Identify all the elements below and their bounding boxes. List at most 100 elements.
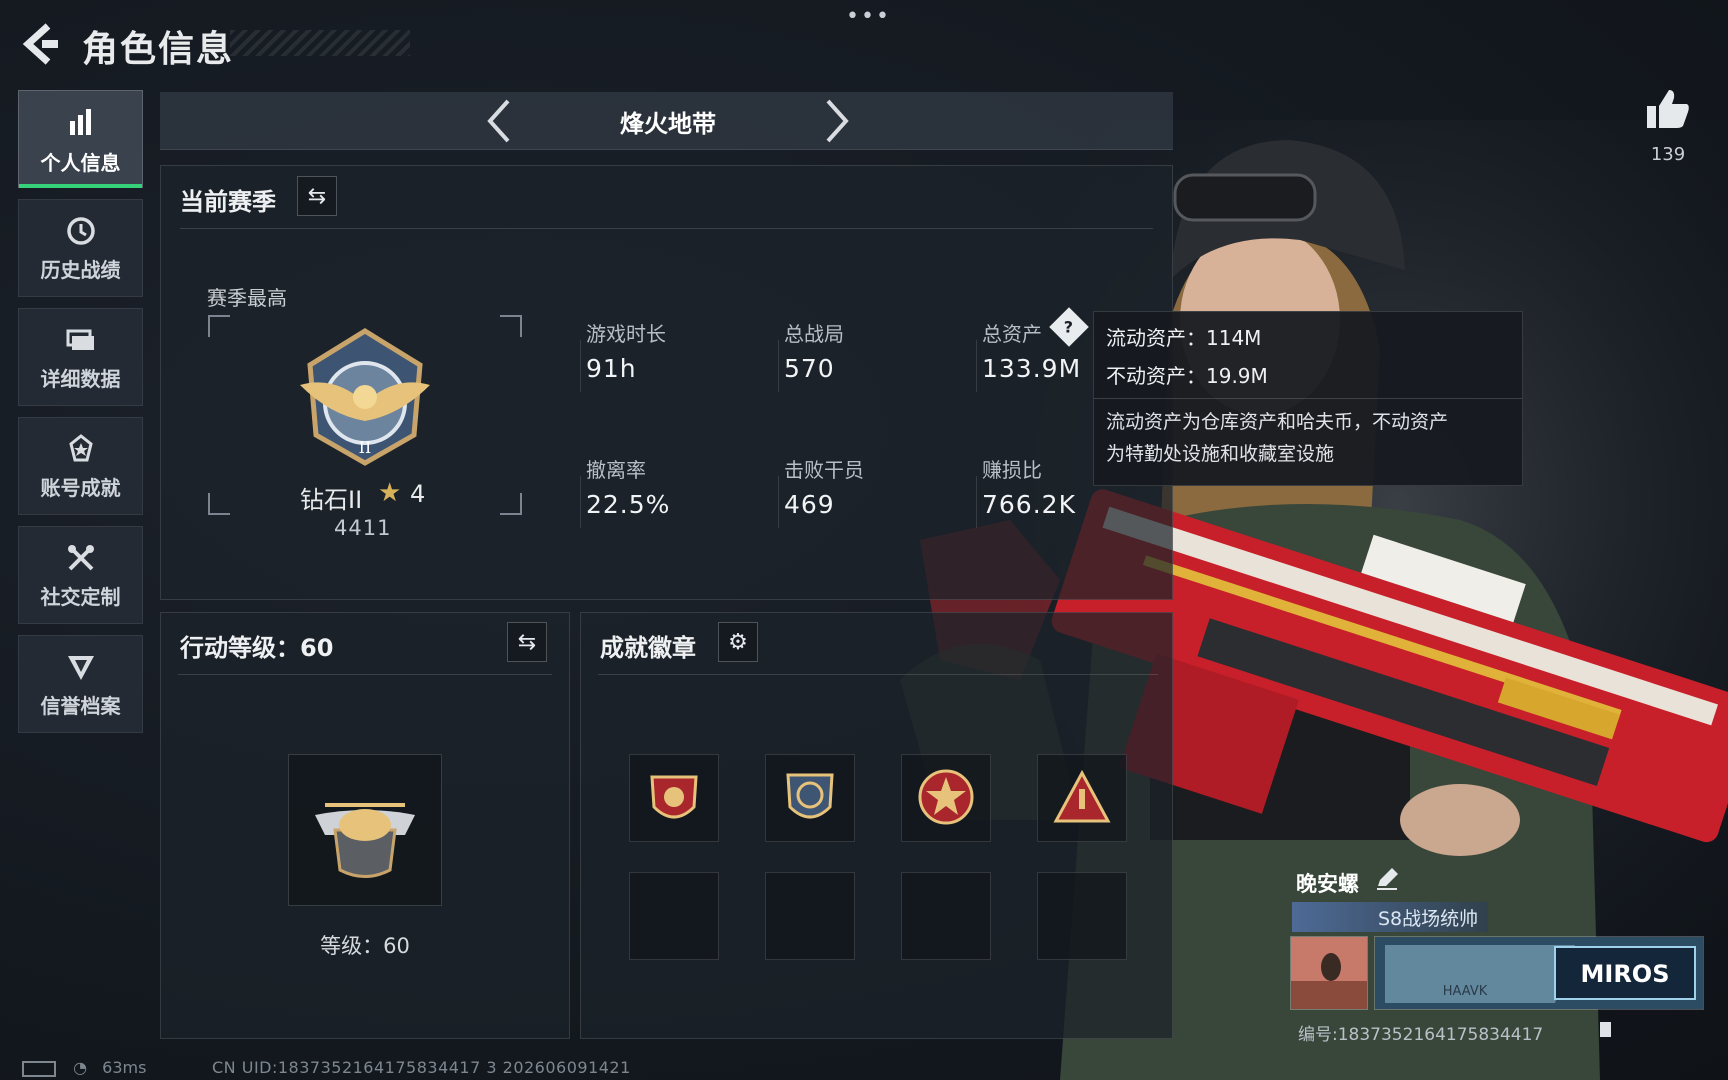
stat-value-playtime: 91h — [586, 354, 637, 383]
page-title: 角色信息 — [82, 29, 235, 70]
achievement-settings-button[interactable]: ⚙ — [718, 622, 758, 662]
rank-emblem-icon: II — [300, 328, 430, 466]
sidebar-item-label: 个人信息 — [40, 150, 121, 175]
star-skull-badge-icon — [918, 769, 974, 825]
tooltip-fixed-assets: 不动资产：19.9M — [1106, 364, 1268, 388]
rank-name: 钻石II — [300, 486, 363, 514]
sidebar: 个人信息 历史战绩 详细数据 账号成就 社交定制 信誉档案 — [18, 90, 143, 744]
battery-icon — [22, 1060, 56, 1077]
sidebar-item-social[interactable]: 社交定制 — [18, 526, 143, 624]
sidebar-item-label: 信誉档案 — [40, 693, 121, 718]
stat-divider — [976, 340, 977, 392]
mode-next-chevron-icon[interactable] — [816, 97, 856, 145]
achievement-badge-slot[interactable] — [1037, 754, 1127, 842]
stat-label-assets: 总资产 — [982, 322, 1042, 346]
sidebar-item-label: 账号成就 — [40, 475, 121, 500]
avatar[interactable] — [1290, 936, 1368, 1010]
sidebar-item-history[interactable]: 历史战绩 — [18, 199, 143, 297]
stat-value-profit-ratio: 766.2K — [982, 490, 1076, 519]
season-title: 当前赛季 — [180, 188, 276, 216]
stat-value-assets: 133.9M — [982, 354, 1082, 383]
sidebar-item-label: 详细数据 — [40, 366, 121, 391]
stat-label-playtime: 游戏时长 — [586, 322, 666, 346]
season-best-label: 赛季最高 — [207, 286, 287, 310]
anchor-badge-icon — [786, 773, 834, 819]
switch-arrows-icon: ⇆ — [307, 183, 327, 209]
medal-icon — [68, 433, 93, 461]
stat-value-kills: 469 — [784, 490, 835, 519]
thumbs-up-icon[interactable] — [1645, 86, 1691, 132]
stat-label-kills: 击败干员 — [784, 458, 864, 482]
stat-divider — [580, 476, 581, 528]
stat-value-extraction: 22.5% — [586, 490, 671, 519]
player-id: 编号:1837352164175834417 — [1298, 1025, 1544, 1045]
player-title: S8战场统帅 — [1378, 908, 1479, 930]
avatar-image — [1291, 937, 1367, 1009]
achievement-empty-slot[interactable] — [629, 872, 719, 960]
season-switch-button[interactable]: ⇆ — [297, 176, 337, 216]
sidebar-item-credit[interactable]: 信誉档案 — [18, 635, 143, 733]
stat-divider — [778, 340, 779, 392]
edit-pencil-icon[interactable] — [1374, 866, 1400, 892]
divider — [180, 228, 1153, 229]
achievement-empty-slot[interactable] — [901, 872, 991, 960]
back-chevron-icon[interactable] — [18, 20, 60, 68]
stat-divider — [976, 476, 977, 528]
achievement-badge-slot[interactable] — [629, 754, 719, 842]
svg-text:II: II — [359, 438, 372, 457]
divider — [1094, 398, 1522, 399]
star-icon: ★ — [378, 478, 402, 508]
name-card-image: MIROS HAAVK — [1375, 937, 1703, 1009]
stat-value-matches: 570 — [784, 354, 835, 383]
stat-label-profit-ratio: 赚损比 — [982, 458, 1042, 482]
bar-chart-icon — [69, 108, 91, 135]
achievement-empty-slot[interactable] — [765, 872, 855, 960]
name-card-banner[interactable]: MIROS HAAVK — [1374, 936, 1704, 1010]
divider — [178, 674, 552, 675]
stat-divider — [580, 340, 581, 392]
sidebar-item-achievements[interactable]: 账号成就 — [18, 417, 143, 515]
card-logo-text: MIROS — [1581, 960, 1670, 988]
level-badge[interactable] — [288, 754, 442, 906]
sidebar-item-details[interactable]: 详细数据 — [18, 308, 143, 406]
level-switch-button[interactable]: ⇆ — [507, 622, 547, 662]
tooltip-liquid-assets: 流动资产：114M — [1106, 326, 1262, 350]
level-title: 行动等级：60 — [180, 634, 334, 662]
network-status: ◔ 63ms — [22, 1058, 146, 1077]
achievement-badge-slot[interactable] — [901, 754, 991, 842]
shield-emblem-icon — [67, 655, 94, 680]
tooltip-desc-line2: 为特勤处设施和收藏室设施 — [1106, 443, 1335, 465]
mode-title: 烽火地带 — [620, 110, 716, 138]
stat-divider — [778, 476, 779, 528]
uid-text: CN UID:1837352164175834417 3 20260609142… — [212, 1058, 631, 1077]
wifi-icon: ◔ — [73, 1058, 88, 1077]
achievement-title: 成就徽章 — [600, 634, 696, 662]
more-dots-icon[interactable]: ••• — [846, 4, 891, 29]
tooltip-desc-line1: 流动资产为仓库资产和哈夫币，不动资产 — [1106, 411, 1449, 433]
sidebar-item-personal-info[interactable]: 个人信息 — [18, 90, 143, 188]
ping-value: 63ms — [102, 1058, 147, 1077]
title-decoration — [230, 30, 410, 56]
clock-history-icon — [66, 216, 95, 245]
folder-icon — [66, 329, 94, 350]
divider — [598, 674, 1158, 675]
rank-star-count: 4 — [410, 480, 426, 508]
card-sub-text: HAAVK — [1443, 984, 1488, 999]
gear-icon: ⚙ — [728, 629, 748, 655]
achievement-badge-slot[interactable] — [765, 754, 855, 842]
rank-score: 4411 — [334, 516, 392, 540]
red-shield-badge-icon — [650, 775, 698, 819]
stat-label-extraction: 撤离率 — [586, 458, 646, 482]
mode-prev-chevron-icon[interactable] — [480, 97, 520, 145]
copy-icon[interactable] — [1598, 1019, 1614, 1039]
assets-tooltip: 流动资产：114M 不动资产：19.9M 流动资产为仓库资产和哈夫币，不动资产 … — [1093, 311, 1523, 486]
player-name: 晚安螺 — [1296, 872, 1359, 896]
switch-arrows-icon: ⇆ — [517, 629, 537, 655]
sidebar-item-label: 历史战绩 — [40, 257, 121, 282]
warning-triangle-badge-icon — [1053, 769, 1111, 823]
like-count: 139 — [1650, 144, 1686, 165]
achievement-empty-slot[interactable] — [1037, 872, 1127, 960]
stat-label-matches: 总战局 — [784, 322, 844, 346]
sidebar-item-label: 社交定制 — [40, 584, 121, 609]
helicopter-emblem-icon — [315, 803, 415, 878]
